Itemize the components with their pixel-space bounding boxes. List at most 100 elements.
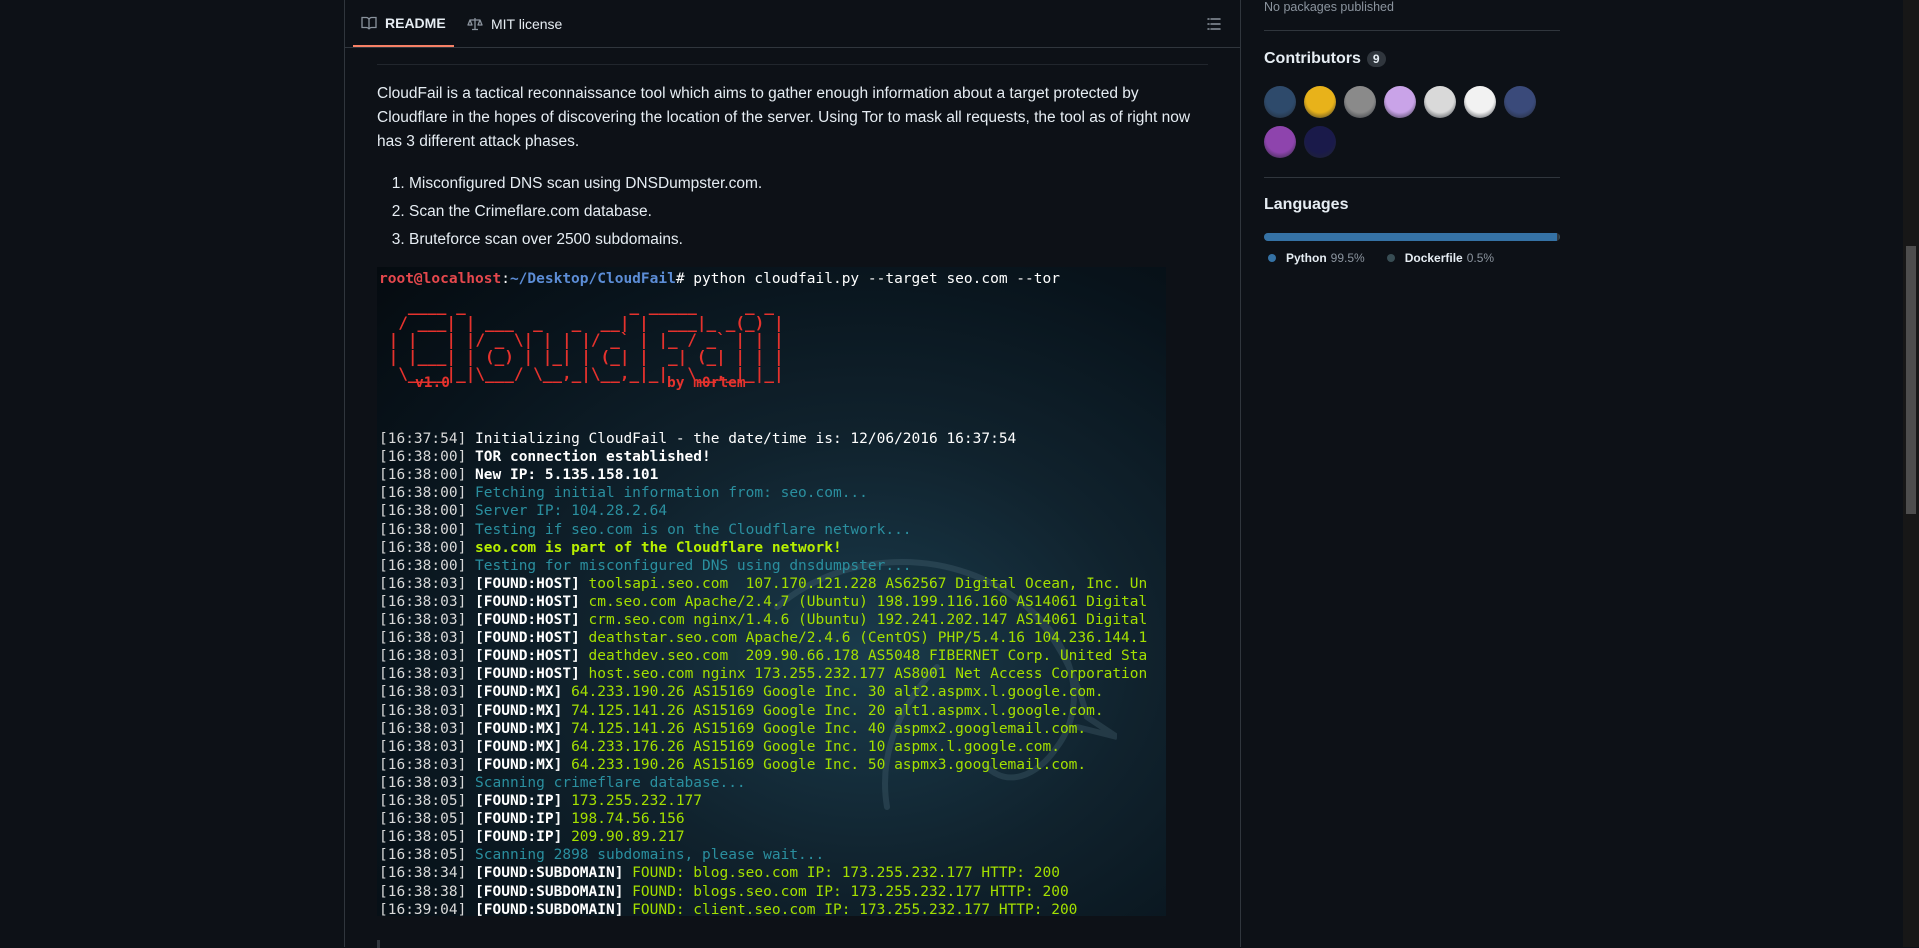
line-timestamp: [16:37:54] bbox=[379, 431, 467, 447]
line-tag: [FOUND:HOST] bbox=[466, 630, 580, 647]
terminal-line: [16:38:34] [FOUND:SUBDOMAIN] FOUND: blog… bbox=[379, 864, 1060, 882]
terminal-line: [16:38:38] [FOUND:SUBDOMAIN] FOUND: blog… bbox=[379, 883, 1069, 901]
terminal-line: [16:38:03] [FOUND:MX] 64.233.190.26 AS15… bbox=[379, 756, 1086, 774]
contributor-avatar[interactable] bbox=[1264, 126, 1296, 158]
line-timestamp: [16:38:03] bbox=[379, 684, 467, 701]
intro-paragraph: CloudFail is a tactical reconnaissance t… bbox=[377, 85, 1191, 150]
contributors-heading[interactable]: Contributors 9 bbox=[1264, 50, 1386, 68]
list-icon bbox=[1207, 18, 1221, 30]
line-tag: [FOUND:IP] bbox=[466, 793, 563, 809]
line-text: TOR connection established! bbox=[466, 449, 711, 466]
line-tag: [FOUND:SUBDOMAIN] bbox=[466, 865, 624, 882]
line-timestamp: [16:38:00] bbox=[379, 539, 467, 556]
contributor-avatar[interactable] bbox=[1304, 126, 1336, 158]
line-timestamp: [16:38:03] bbox=[379, 648, 467, 665]
line-text: 64.233.190.26 AS15169 Google Inc. 30 alt… bbox=[562, 684, 1104, 701]
attack-phases-list: Misconfigured DNS scan using DNSDumpster… bbox=[377, 170, 762, 254]
line-timestamp: [16:38:00] bbox=[379, 503, 467, 520]
line-tag: [FOUND:HOST] bbox=[466, 575, 580, 592]
sidebar-divider bbox=[1264, 30, 1560, 31]
line-text: Initializing CloudFail - the date/time i… bbox=[466, 431, 1017, 447]
line-tag: [FOUND:HOST] bbox=[466, 648, 580, 665]
terminal-line: [16:38:00] New IP: 5.135.158.101 bbox=[379, 466, 658, 484]
heading-divider bbox=[377, 64, 1208, 65]
line-text: deathstar.seo.com Apache/2.4.6 (CentOS) … bbox=[579, 630, 1148, 647]
line-text: Testing if seo.com is on the Cloudflare … bbox=[466, 521, 912, 538]
line-text: New IP: 5.135.158.101 bbox=[466, 467, 659, 484]
language-name: Python bbox=[1286, 251, 1327, 265]
line-text: Server IP: 104.28.2.64 bbox=[466, 503, 668, 520]
line-text: 198.74.56.156 bbox=[562, 811, 685, 828]
line-tag: [FOUND:HOST] bbox=[466, 612, 580, 628]
tab-readme[interactable]: README bbox=[353, 0, 454, 47]
prompt-sep: : bbox=[501, 271, 510, 287]
line-text: Scanning 2898 subdomains, please wait... bbox=[466, 847, 825, 864]
language-name: Dockerfile bbox=[1404, 251, 1463, 265]
contributor-avatar[interactable] bbox=[1304, 86, 1336, 118]
line-timestamp: [16:38:03] bbox=[379, 593, 467, 610]
author-label: by m0rtem bbox=[667, 375, 746, 391]
languages-heading: Languages bbox=[1264, 196, 1348, 214]
prompt-user: root@localhost bbox=[379, 271, 502, 287]
line-timestamp: [16:39:04] bbox=[379, 901, 467, 916]
contributor-avatar[interactable] bbox=[1424, 86, 1456, 118]
line-timestamp: [16:38:03] bbox=[379, 756, 467, 773]
tab-license[interactable]: MIT license bbox=[459, 0, 570, 47]
phase-item: Scan the Crimeflare.com database. bbox=[409, 198, 762, 226]
language-list: Python 99.5% Dockerfile 0.5% bbox=[1268, 251, 1494, 265]
line-timestamp: [16:38:00] bbox=[379, 557, 467, 574]
prompt-path: ~/Desktop/CloudFail bbox=[509, 271, 676, 287]
scrollbar-thumb[interactable] bbox=[1906, 246, 1916, 514]
contributor-avatar[interactable] bbox=[1504, 86, 1536, 118]
line-tag: [FOUND:MX] bbox=[466, 720, 563, 737]
language-bar bbox=[1264, 233, 1560, 241]
terminal-line: [16:38:03] Scanning crimeflare database.… bbox=[379, 774, 746, 792]
language-dot-icon bbox=[1386, 254, 1395, 262]
terminal-line: [16:38:03] [FOUND:HOST] crm.seo.com ngin… bbox=[379, 611, 1147, 629]
outline-button[interactable] bbox=[1202, 12, 1226, 36]
line-text: Testing for misconfigured DNS using dnsd… bbox=[466, 557, 912, 574]
line-tag: [FOUND:MX] bbox=[466, 738, 563, 755]
book-icon bbox=[361, 16, 377, 30]
line-tag: [FOUND:MX] bbox=[466, 756, 563, 773]
line-text: FOUND: blogs.seo.com IP: 173.255.232.177… bbox=[623, 883, 1069, 900]
line-timestamp: [16:38:03] bbox=[379, 630, 467, 647]
packages-status: No packages published bbox=[1264, 0, 1394, 14]
line-timestamp: [16:38:05] bbox=[379, 793, 467, 809]
line-tag: [FOUND:SUBDOMAIN] bbox=[466, 901, 624, 916]
prompt-command: # python cloudfail.py --target seo.com -… bbox=[675, 271, 1060, 287]
line-timestamp: [16:38:00] bbox=[379, 449, 467, 466]
contributors-count: 9 bbox=[1366, 51, 1386, 67]
line-text: FOUND: client.seo.com IP: 173.255.232.17… bbox=[623, 901, 1078, 916]
line-tag: [FOUND:HOST] bbox=[466, 593, 580, 610]
terminal-line: [16:38:03] [FOUND:MX] 64.233.190.26 AS15… bbox=[379, 683, 1104, 701]
line-timestamp: [16:38:05] bbox=[379, 811, 467, 828]
line-timestamp: [16:38:03] bbox=[379, 666, 467, 683]
line-text: 64.233.176.26 AS15169 Google Inc. 10 asp… bbox=[562, 738, 1060, 755]
contributor-avatar[interactable] bbox=[1464, 86, 1496, 118]
language-item[interactable]: Python 99.5% bbox=[1268, 251, 1365, 265]
line-timestamp: [16:38:03] bbox=[379, 575, 467, 592]
line-timestamp: [16:38:00] bbox=[379, 467, 467, 484]
terminal-line: [16:38:03] [FOUND:HOST] host.seo.com ngi… bbox=[379, 665, 1147, 683]
phase-item: Misconfigured DNS scan using DNSDumpster… bbox=[409, 170, 762, 198]
language-percent: 0.5% bbox=[1466, 251, 1495, 265]
language-item[interactable]: Dockerfile 0.5% bbox=[1386, 251, 1495, 265]
terminal-line: [16:38:00] seo.com is part of the Cloudf… bbox=[379, 539, 842, 557]
line-text: host.seo.com nginx 173.255.232.177 AS800… bbox=[579, 666, 1148, 683]
terminal-line: [16:38:03] [FOUND:HOST] deathdev.seo.com… bbox=[379, 647, 1147, 665]
line-text: Scanning crimeflare database... bbox=[466, 774, 746, 791]
line-timestamp: [16:38:03] bbox=[379, 702, 467, 719]
contributor-avatar[interactable] bbox=[1264, 86, 1296, 118]
page-scrollbar[interactable] bbox=[1903, 0, 1919, 947]
line-timestamp: [16:38:00] bbox=[379, 485, 467, 502]
contributor-avatar[interactable] bbox=[1384, 86, 1416, 118]
line-tag: [FOUND:SUBDOMAIN] bbox=[466, 883, 624, 900]
terminal-line: [16:38:05] [FOUND:IP] 209.90.89.217 bbox=[379, 828, 685, 846]
contributors-title: Contributors bbox=[1264, 50, 1361, 67]
readme-tabbar: README MIT license bbox=[345, 0, 1240, 48]
language-bar-segment bbox=[1558, 233, 1560, 241]
terminal-line: [16:38:03] [FOUND:MX] 74.125.141.26 AS15… bbox=[379, 720, 1086, 738]
contributor-avatar[interactable] bbox=[1344, 86, 1376, 118]
line-timestamp: [16:38:34] bbox=[379, 865, 467, 882]
